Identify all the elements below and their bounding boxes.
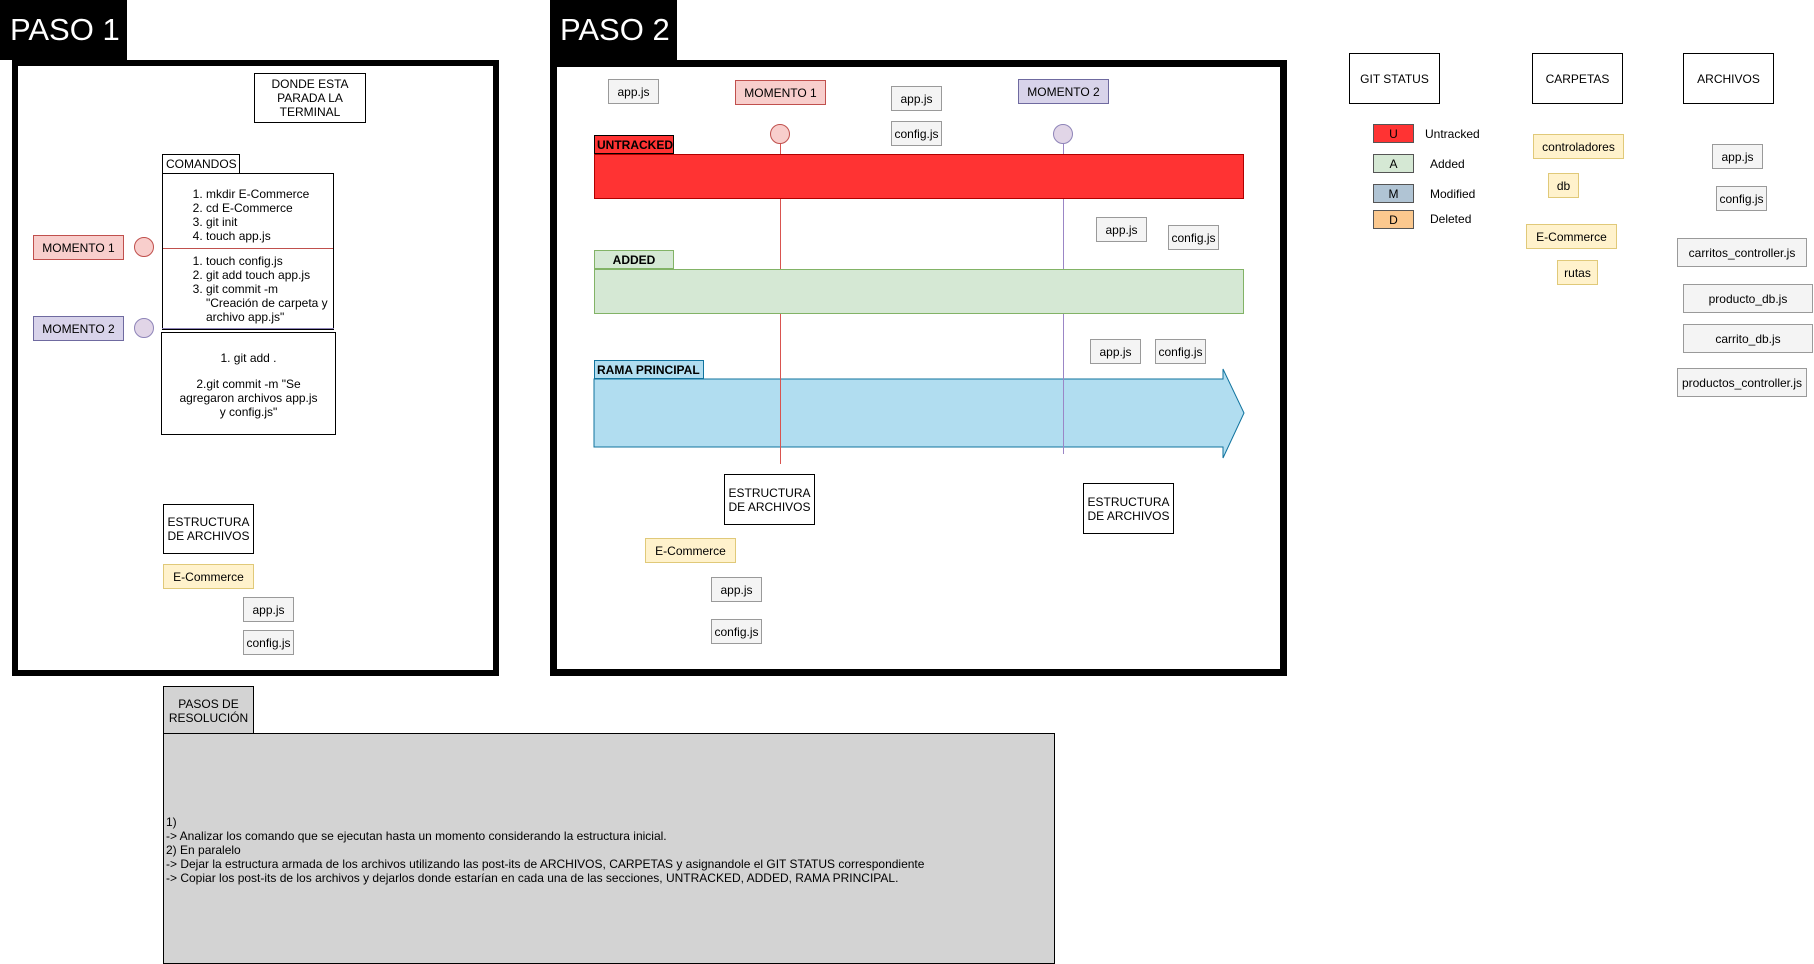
comandos-label: COMANDOS [162, 154, 240, 173]
paso2-momento2-marker [1053, 124, 1073, 144]
rama-config-js[interactable]: config.js [1155, 339, 1206, 364]
momento2-label[interactable]: MOMENTO 2 [33, 316, 124, 341]
momento1-divider [163, 248, 333, 249]
status-key-untracked[interactable]: U [1373, 124, 1414, 143]
command-item: git init [206, 215, 333, 229]
added-app-js[interactable]: app.js [1096, 217, 1147, 242]
carpetas-header: CARPETAS [1532, 53, 1623, 104]
status-key-modified[interactable]: M [1373, 184, 1414, 203]
pasos-resolucion-tab: PASOS DE RESOLUCIÓN [163, 686, 254, 734]
estructura-momento2[interactable]: ESTRUCTURA DE ARCHIVOS [1083, 483, 1174, 534]
legend-file-config-js[interactable]: config.js [1716, 186, 1767, 211]
pasos-resolucion-panel[interactable]: 1) -> Analizar los comando que se ejecut… [163, 733, 1055, 964]
command-item: touch config.js [206, 254, 333, 268]
pasos-line: 1) [166, 815, 177, 829]
status-label-deleted: Deleted [1430, 212, 1472, 226]
terminal-location-box[interactable]: DONDE ESTA PARADA LA TERMINAL [254, 73, 366, 123]
momento1-label[interactable]: MOMENTO 1 [33, 235, 124, 260]
status-key-added[interactable]: A [1373, 154, 1414, 173]
paso2-momento1-marker [770, 124, 790, 144]
legend-file-productos-controller[interactable]: productos_controller.js [1677, 368, 1807, 397]
rama-principal-arrow[interactable] [593, 368, 1245, 460]
paso2-momento1-label[interactable]: MOMENTO 1 [735, 80, 826, 105]
archivos-header: ARCHIVOS [1683, 53, 1774, 104]
momento2-divider [162, 328, 334, 329]
untracked-lane[interactable] [594, 154, 1244, 199]
folder-ecommerce-legend[interactable]: E-Commerce [1526, 224, 1617, 249]
file-app-js-top-left[interactable]: app.js [608, 79, 659, 104]
paso2-folder-ecommerce[interactable]: E-Commerce [645, 538, 736, 563]
momento1-marker [134, 237, 154, 257]
pasos-line: 2) En paralelo [166, 843, 241, 857]
pasos-line: -> Analizar los comando que se ejecutan … [166, 829, 667, 843]
file-config-js-top-mid[interactable]: config.js [891, 121, 942, 146]
rama-app-js[interactable]: app.js [1090, 339, 1141, 364]
legend-file-producto-db[interactable]: producto_db.js [1683, 284, 1813, 313]
legend-file-carrito-db[interactable]: carrito_db.js [1683, 324, 1813, 353]
command-git-add: 1. git add . [220, 351, 277, 365]
command-item: git add touch app.js [206, 268, 333, 282]
file-app-js[interactable]: app.js [243, 597, 294, 622]
comandos-group-2: touch config.js git add touch app.js git… [163, 254, 333, 324]
file-config-js[interactable]: config.js [243, 630, 294, 655]
added-lane[interactable] [594, 269, 1244, 314]
command-git-commit: 2.git commit -m "Se agregaron archivos a… [179, 377, 318, 419]
added-config-js[interactable]: config.js [1168, 225, 1219, 250]
estructura-box[interactable]: ESTRUCTURA DE ARCHIVOS [163, 504, 254, 554]
momento1-timeline-overlay [780, 378, 781, 464]
status-label-added: Added [1430, 157, 1465, 171]
momento2-marker [134, 318, 154, 338]
folder-ecommerce[interactable]: E-Commerce [163, 564, 254, 589]
comandos-box[interactable]: mkdir E-Commerce cd E-Commerce git init … [162, 173, 334, 330]
command-item: cd E-Commerce [206, 201, 333, 215]
comandos-group-1: mkdir E-Commerce cd E-Commerce git init … [163, 187, 333, 243]
status-key-deleted[interactable]: D [1373, 210, 1414, 229]
legend-file-carritos-controller[interactable]: carritos_controller.js [1677, 238, 1807, 267]
folder-rutas[interactable]: rutas [1557, 260, 1598, 285]
git-status-header: GIT STATUS [1349, 53, 1440, 104]
comandos-group-3[interactable]: 1. git add . 2.git commit -m "Se agregar… [161, 332, 336, 435]
paso2-momento2-label[interactable]: MOMENTO 2 [1018, 79, 1109, 104]
command-item: touch app.js [206, 229, 333, 243]
paso2-title: PASO 2 [550, 0, 677, 60]
command-item: mkdir E-Commerce [206, 187, 333, 201]
legend-file-app-js[interactable]: app.js [1712, 144, 1763, 169]
pasos-line: -> Copiar los post-its de los archivos y… [166, 871, 899, 885]
command-item: git commit -m "Creación de carpeta y arc… [206, 282, 333, 324]
status-label-untracked: Untracked [1425, 127, 1480, 141]
untracked-label: UNTRACKED [594, 135, 674, 154]
paso2-file-config-js[interactable]: config.js [711, 619, 762, 644]
folder-db[interactable]: db [1548, 173, 1579, 198]
status-label-modified: Modified [1430, 187, 1476, 201]
estructura-momento1[interactable]: ESTRUCTURA DE ARCHIVOS [724, 474, 815, 525]
momento2-timeline-overlay [1063, 378, 1064, 454]
file-app-js-top-mid[interactable]: app.js [891, 86, 942, 111]
added-label: ADDED [594, 250, 674, 269]
paso1-title: PASO 1 [0, 0, 127, 60]
pasos-line: -> Dejar la estructura armada de los arc… [166, 857, 925, 871]
folder-controladores[interactable]: controladores [1533, 134, 1624, 159]
paso2-file-app-js[interactable]: app.js [711, 577, 762, 602]
